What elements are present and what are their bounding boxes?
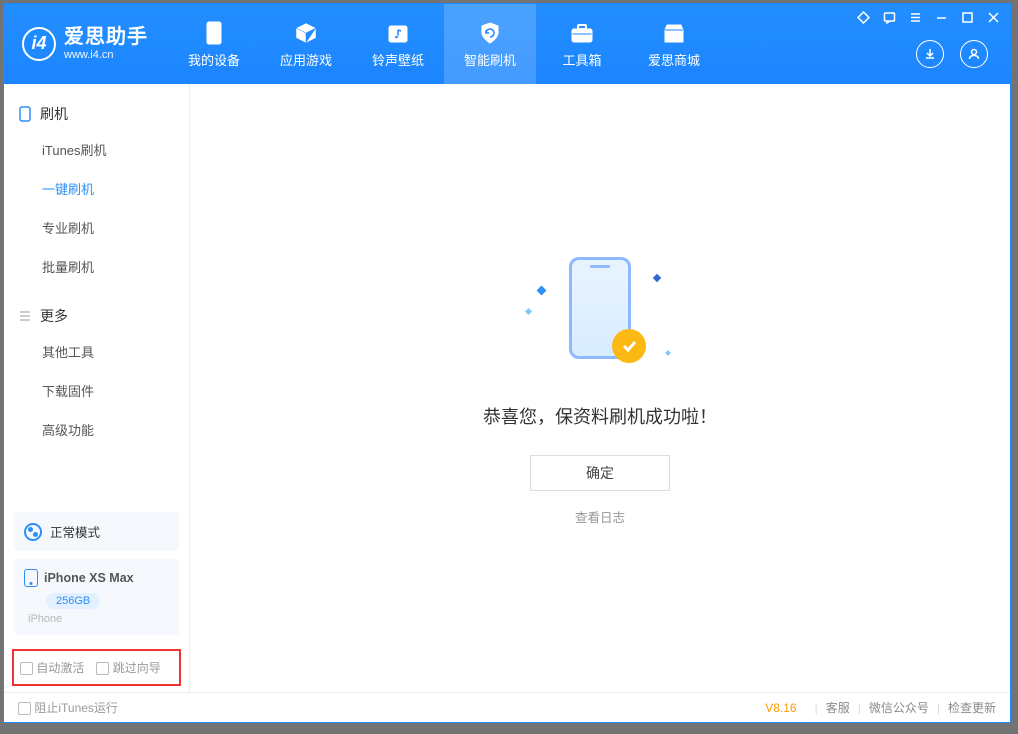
menu-icon[interactable] — [908, 10, 922, 24]
success-message: 恭喜您，保资料刷机成功啦！ — [483, 403, 717, 429]
phone-small-icon — [18, 107, 32, 121]
footer-link-wechat[interactable]: 微信公众号 — [869, 699, 929, 716]
logo: i4 爱思助手 www.i4.cn — [4, 26, 168, 62]
store-icon — [661, 20, 687, 46]
tab-label: 铃声壁纸 — [372, 50, 424, 69]
tab-store[interactable]: 爱思商城 — [628, 4, 720, 84]
footer-link-update[interactable]: 检查更新 — [948, 699, 996, 716]
section-title: 刷机 — [40, 104, 68, 124]
mode-icon — [24, 523, 42, 541]
nav-tabs: 我的设备 应用游戏 铃声壁纸 智能刷机 工具箱 爱思商城 — [168, 4, 720, 84]
check-badge-icon — [612, 329, 646, 363]
shield-refresh-icon — [477, 20, 503, 46]
window-controls — [856, 10, 1000, 24]
app-window: i4 爱思助手 www.i4.cn 我的设备 应用游戏 铃声壁纸 智能刷机 — [3, 3, 1011, 723]
footer-link-support[interactable]: 客服 — [826, 699, 850, 716]
sidebar-section-flash: 刷机 — [4, 98, 189, 130]
feedback-icon[interactable] — [882, 10, 896, 24]
tab-label: 我的设备 — [188, 50, 240, 69]
toolbox-icon — [569, 20, 595, 46]
tab-label: 工具箱 — [562, 50, 601, 69]
device-name: iPhone XS Max — [44, 571, 134, 585]
section-title: 更多 — [40, 306, 68, 326]
auto-activate-checkbox[interactable]: 自动激活 — [20, 659, 84, 676]
device-type: iPhone — [28, 613, 169, 625]
ok-button[interactable]: 确定 — [530, 455, 670, 491]
success-illustration — [520, 251, 680, 381]
options-row: 自动激活 跳过向导 — [12, 649, 181, 686]
device-info-box[interactable]: iPhone XS Max 256GB iPhone — [14, 559, 179, 635]
tab-label: 智能刷机 — [464, 50, 516, 69]
sidebar-item-oneclick-flash[interactable]: 一键刷机 — [4, 169, 189, 208]
sidebar-item-batch-flash[interactable]: 批量刷机 — [4, 247, 189, 286]
logo-icon: i4 — [22, 27, 56, 61]
mode-label: 正常模式 — [50, 522, 100, 541]
tab-label: 爱思商城 — [648, 50, 700, 69]
block-itunes-checkbox[interactable]: 阻止iTunes运行 — [18, 699, 118, 716]
menu-lines-icon — [18, 309, 32, 323]
app-title: 爱思助手 — [64, 26, 148, 49]
sidebar-item-advanced[interactable]: 高级功能 — [4, 410, 189, 449]
tab-apps[interactable]: 应用游戏 — [260, 4, 352, 84]
body: 刷机 iTunes刷机 一键刷机 专业刷机 批量刷机 更多 其他工具 下载固件 … — [4, 84, 1010, 692]
view-log-link[interactable]: 查看日志 — [575, 507, 625, 526]
sidebar: 刷机 iTunes刷机 一键刷机 专业刷机 批量刷机 更多 其他工具 下载固件 … — [4, 84, 190, 692]
header-right — [916, 20, 1010, 68]
footer: 阻止iTunes运行 V8.16 | 客服 | 微信公众号 | 检查更新 — [4, 692, 1010, 722]
skip-guide-checkbox[interactable]: 跳过向导 — [96, 659, 160, 676]
minimize-icon[interactable] — [934, 10, 948, 24]
device-mode-box[interactable]: 正常模式 — [14, 512, 179, 551]
device-capacity: 256GB — [46, 593, 100, 609]
tab-flash[interactable]: 智能刷机 — [444, 4, 536, 84]
sidebar-item-pro-flash[interactable]: 专业刷机 — [4, 208, 189, 247]
app-subtitle: www.i4.cn — [64, 49, 148, 62]
theme-icon[interactable] — [856, 10, 870, 24]
tab-ringtones[interactable]: 铃声壁纸 — [352, 4, 444, 84]
sidebar-item-download-firmware[interactable]: 下载固件 — [4, 371, 189, 410]
sidebar-item-itunes-flash[interactable]: iTunes刷机 — [4, 130, 189, 169]
user-button[interactable] — [960, 40, 988, 68]
sidebar-section-more: 更多 — [4, 300, 189, 332]
tab-label: 应用游戏 — [280, 50, 332, 69]
sidebar-item-other-tools[interactable]: 其他工具 — [4, 332, 189, 371]
cube-icon — [293, 20, 319, 46]
tab-toolbox[interactable]: 工具箱 — [536, 4, 628, 84]
main-content: 恭喜您，保资料刷机成功啦！ 确定 查看日志 — [190, 84, 1010, 692]
phone-icon — [24, 569, 38, 587]
device-icon — [201, 20, 227, 46]
version-label: V8.16 — [765, 701, 796, 715]
tab-my-device[interactable]: 我的设备 — [168, 4, 260, 84]
maximize-icon[interactable] — [960, 10, 974, 24]
download-button[interactable] — [916, 40, 944, 68]
music-folder-icon — [385, 20, 411, 46]
close-icon[interactable] — [986, 10, 1000, 24]
